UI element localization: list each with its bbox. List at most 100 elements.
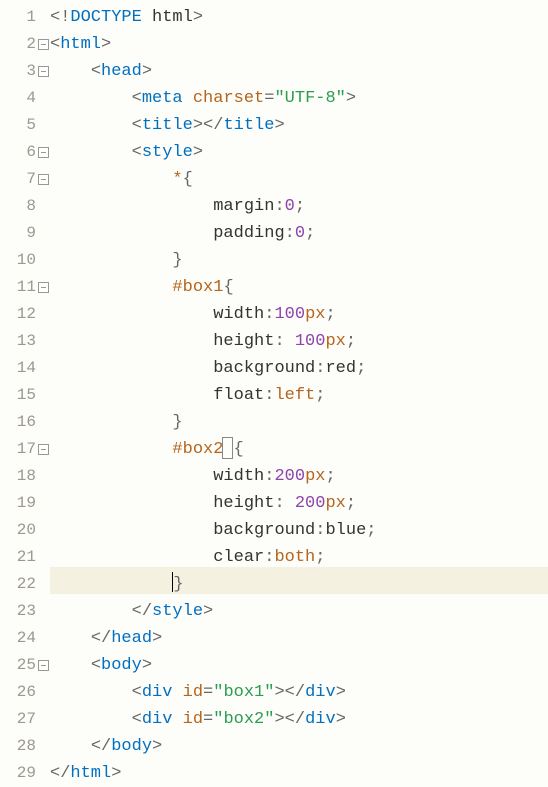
token-sel: #box1	[172, 278, 223, 297]
code-line[interactable]: <html>	[50, 31, 548, 58]
token-punct: ;	[346, 494, 356, 513]
token-punct: :	[285, 224, 295, 243]
fold-marker-icon[interactable]	[38, 444, 49, 455]
token-punct: >	[336, 710, 346, 729]
code-line[interactable]: <title></title>	[50, 112, 548, 139]
token-val: both	[274, 548, 315, 567]
indent	[50, 737, 91, 756]
line-number: 6	[0, 139, 36, 166]
line-number: 12	[0, 301, 36, 328]
fold-marker-icon[interactable]	[38, 39, 49, 50]
token-num: 200	[295, 494, 326, 513]
line-number: 22	[0, 571, 36, 598]
indent	[50, 440, 172, 459]
code-line[interactable]: </head>	[50, 625, 548, 652]
line-number: 11	[0, 274, 36, 301]
indent	[50, 521, 213, 540]
code-line[interactable]: height: 100px;	[50, 328, 548, 355]
indent	[50, 143, 132, 162]
token-punct: </	[91, 629, 111, 648]
code-line[interactable]: <!DOCTYPE html>	[50, 4, 548, 31]
token-tag: div	[142, 683, 173, 702]
code-line[interactable]: <meta charset="UTF-8">	[50, 85, 548, 112]
token-punct: }	[172, 251, 182, 270]
indent	[50, 710, 132, 729]
code-line[interactable]: float:left;	[50, 382, 548, 409]
line-number: 24	[0, 625, 36, 652]
token-punct: <	[91, 62, 101, 81]
token-unit: px	[305, 467, 325, 486]
code-line[interactable]: </html>	[50, 760, 548, 787]
code-line[interactable]: width:100px;	[50, 301, 548, 328]
token-punct: ;	[325, 467, 335, 486]
indent	[50, 575, 172, 594]
code-line[interactable]: width:200px;	[50, 463, 548, 490]
code-line[interactable]: <div id="box1"></div>	[50, 679, 548, 706]
indent	[50, 62, 91, 81]
indent	[50, 89, 132, 108]
fold-marker-icon[interactable]	[38, 174, 49, 185]
code-editor[interactable]: 1234567891011121314151617181920212223242…	[0, 0, 548, 787]
code-line[interactable]: padding:0;	[50, 220, 548, 247]
line-number: 18	[0, 463, 36, 490]
token-val: left	[274, 386, 315, 405]
token-text: red	[325, 359, 356, 378]
fold-marker-icon[interactable]	[38, 147, 49, 158]
token-num: 0	[285, 197, 295, 216]
token-tag: meta	[142, 89, 183, 108]
code-line[interactable]: background:red;	[50, 355, 548, 382]
token-tag: html	[70, 764, 111, 783]
code-line[interactable]: }	[50, 247, 548, 274]
fold-column[interactable]	[38, 0, 50, 787]
code-line[interactable]: *{	[50, 166, 548, 193]
token-tag: style	[142, 143, 193, 162]
line-number-gutter: 1234567891011121314151617181920212223242…	[0, 0, 38, 787]
token-punct: {	[183, 170, 193, 189]
fold-marker-icon[interactable]	[38, 282, 49, 293]
token-prop: padding	[213, 224, 284, 243]
code-line[interactable]: #box1{	[50, 274, 548, 301]
token-punct: ;	[346, 332, 356, 351]
token-punct: >	[346, 89, 356, 108]
line-number: 17	[0, 436, 36, 463]
line-number: 26	[0, 679, 36, 706]
line-number: 29	[0, 760, 36, 787]
code-line[interactable]: <div id="box2"></div>	[50, 706, 548, 733]
token-text: html	[142, 8, 193, 27]
code-line[interactable]: </style>	[50, 598, 548, 625]
indent	[50, 467, 213, 486]
token-punct: :	[274, 494, 294, 513]
token-tag: div	[305, 683, 336, 702]
line-number: 1	[0, 4, 36, 31]
token-kw: DOCTYPE	[70, 8, 141, 27]
code-line[interactable]: <head>	[50, 58, 548, 85]
token-tag: div	[142, 710, 173, 729]
token-text: blue	[325, 521, 366, 540]
token-prop: width	[213, 305, 264, 324]
token-punct: ></	[274, 710, 305, 729]
code-line[interactable]: <body>	[50, 652, 548, 679]
code-line[interactable]: </body>	[50, 733, 548, 760]
code-line[interactable]: }	[50, 409, 548, 436]
token-attr: charset	[193, 89, 264, 108]
token-str: "box2"	[213, 710, 274, 729]
code-line[interactable]: #box2{	[50, 436, 548, 463]
token-str: "UTF-8"	[274, 89, 345, 108]
code-line[interactable]: height: 200px;	[50, 490, 548, 517]
code-line[interactable]: background:blue;	[50, 517, 548, 544]
token-tag: title	[223, 116, 274, 135]
token-punct: :	[274, 332, 294, 351]
code-line[interactable]: <style>	[50, 139, 548, 166]
token-punct: <	[132, 89, 142, 108]
fold-marker-icon[interactable]	[38, 66, 49, 77]
line-number: 20	[0, 517, 36, 544]
token-punct: ;	[295, 197, 305, 216]
token-text	[183, 89, 193, 108]
code-area[interactable]: <!DOCTYPE html><html> <head> <meta chars…	[50, 0, 548, 787]
code-line[interactable]: margin:0;	[50, 193, 548, 220]
line-number: 7	[0, 166, 36, 193]
token-sel: #box2	[172, 440, 223, 459]
fold-marker-icon[interactable]	[38, 660, 49, 671]
token-text	[172, 710, 182, 729]
token-num: 0	[295, 224, 305, 243]
